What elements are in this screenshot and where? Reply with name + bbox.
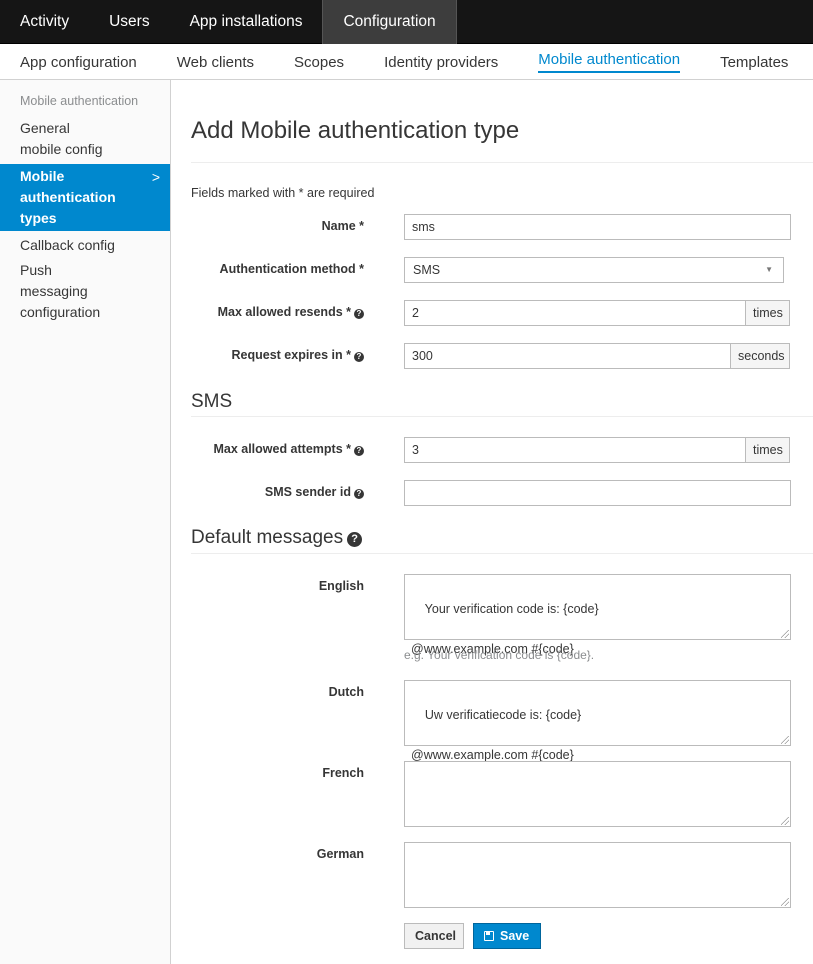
required-note: Fields marked with * are required: [191, 186, 375, 200]
subtab-web-clients[interactable]: Web clients: [157, 44, 274, 80]
french-label: French: [322, 766, 364, 780]
divider: [191, 162, 813, 163]
auth-method-label: Authentication method *: [219, 262, 364, 276]
subtab-identity-providers[interactable]: Identity providers: [364, 44, 518, 80]
subtab-templates[interactable]: Templates: [700, 44, 808, 80]
tab-users[interactable]: Users: [89, 0, 169, 44]
help-icon[interactable]: ?: [354, 489, 364, 499]
auth-method-select[interactable]: SMS ▼: [404, 257, 784, 283]
max-attempts-unit: times: [745, 437, 790, 463]
sidebar-item-callback-config[interactable]: Callback config: [0, 235, 170, 256]
subtab-app-configuration[interactable]: App configuration: [0, 44, 157, 80]
name-input[interactable]: sms: [404, 214, 791, 240]
sidebar-heading: Mobile authentication: [20, 94, 139, 108]
subtab-label: Scopes: [294, 53, 345, 71]
sender-id-input[interactable]: [404, 480, 791, 506]
sms-section-title: SMS: [191, 391, 233, 412]
request-expires-label: Request expires in *?: [231, 348, 364, 362]
help-icon[interactable]: ?: [354, 446, 364, 456]
subtab-mobile-authentication[interactable]: Mobile authentication: [518, 44, 700, 80]
max-resends-input[interactable]: 2: [404, 300, 746, 326]
english-textarea[interactable]: Your verification code is: {code} @www.e…: [404, 574, 791, 656]
sidebar-item-push-messaging-configuration[interactable]: Push messaging configuration: [0, 260, 130, 323]
top-nav: Activity Users App installations Configu…: [0, 0, 813, 44]
default-messages-title: Default messages?: [191, 527, 363, 549]
default-messages-title-text: Default messages: [191, 527, 344, 548]
subtab-label: Web clients: [176, 53, 255, 71]
sidebar: Mobile authentication General mobile con…: [0, 80, 171, 964]
sidebar-item-general-mobile-config[interactable]: General mobile config: [0, 118, 130, 160]
save-button[interactable]: Save: [473, 923, 541, 949]
request-expires-label-text: Request expires in *: [231, 348, 352, 362]
resize-handle[interactable]: [781, 736, 789, 744]
max-attempts-label: Max allowed attempts *?: [213, 442, 364, 456]
help-icon[interactable]: ?: [354, 352, 364, 362]
divider: [191, 553, 813, 554]
max-resends-label-text: Max allowed resends *: [217, 305, 351, 319]
tab-configuration[interactable]: Configuration: [322, 0, 457, 44]
subtab-label: Identity providers: [384, 53, 499, 71]
german-label: German: [316, 847, 364, 861]
cancel-button[interactable]: Cancel: [404, 923, 464, 949]
tab-app-installations[interactable]: App installations: [170, 0, 323, 44]
save-icon: [484, 931, 494, 941]
sender-id-label: SMS sender id?: [265, 485, 364, 499]
dutch-text: Uw verificatiecode is: {code} @www.examp…: [411, 708, 582, 762]
auth-method-value: SMS: [413, 263, 441, 277]
french-textarea[interactable]: [404, 761, 791, 827]
sidebar-item-label: Mobile authentication types: [20, 168, 116, 226]
dutch-label: Dutch: [328, 685, 364, 699]
english-help-text: e.g. Your verification code is {code}.: [404, 648, 595, 662]
resize-handle[interactable]: [781, 898, 789, 906]
resize-handle[interactable]: [781, 630, 789, 638]
page-title: Add Mobile authentication type: [191, 117, 520, 144]
help-icon[interactable]: ?: [347, 532, 363, 547]
sub-nav: App configuration Web clients Scopes Ide…: [0, 44, 813, 80]
chevron-right-icon: >: [151, 169, 160, 185]
request-expires-input[interactable]: 300: [404, 343, 731, 369]
max-resends-label: Max allowed resends *?: [218, 305, 364, 319]
max-attempts-input[interactable]: 3: [404, 437, 746, 463]
caret-down-icon: ▼: [765, 265, 773, 274]
sender-id-label-text: SMS sender id: [264, 485, 351, 499]
subtab-label: Templates: [720, 53, 789, 71]
top-nav-filler: [457, 0, 813, 43]
main-content: Add Mobile authentication type Fields ma…: [171, 80, 813, 964]
name-label: Name *: [321, 219, 364, 233]
max-resends-unit: times: [745, 300, 790, 326]
request-expires-unit: seconds: [730, 343, 790, 369]
german-textarea[interactable]: [404, 842, 791, 908]
subtab-label: Mobile authentication: [538, 51, 681, 73]
divider: [191, 416, 813, 417]
dutch-textarea[interactable]: Uw verificatiecode is: {code} @www.examp…: [404, 680, 791, 762]
subtab-label: App configuration: [20, 53, 137, 71]
resize-handle[interactable]: [781, 817, 789, 825]
tab-activity[interactable]: Activity: [0, 0, 89, 44]
sidebar-item-mobile-authentication-types[interactable]: Mobile authentication types >: [0, 164, 170, 231]
subtab-scopes[interactable]: Scopes: [274, 44, 364, 80]
help-icon[interactable]: ?: [354, 309, 364, 319]
save-label: Save: [500, 929, 530, 943]
english-label: English: [318, 579, 364, 593]
max-attempts-label-text: Max allowed attempts *: [213, 442, 351, 456]
